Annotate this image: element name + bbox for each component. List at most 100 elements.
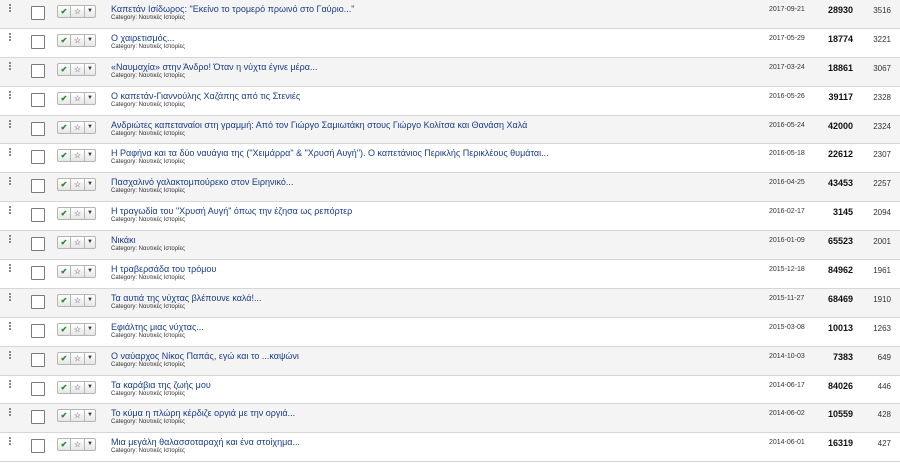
article-title-link[interactable]: Το κύμα η πλώρη κέρδιζε οργιά με την οργ… — [111, 408, 295, 418]
caret-down-icon[interactable]: ▼ — [85, 237, 95, 248]
star-icon[interactable]: ☆ — [71, 34, 85, 46]
row-checkbox[interactable] — [31, 237, 45, 252]
caret-down-icon[interactable]: ▼ — [85, 439, 95, 450]
row-checkbox[interactable] — [31, 266, 45, 281]
article-title-link[interactable]: Ο χαιρετισμός... — [111, 33, 174, 43]
star-icon[interactable]: ☆ — [71, 63, 85, 75]
article-hits: 10559 — [827, 409, 853, 420]
drag-handle-icon[interactable] — [8, 177, 12, 187]
article-title-link[interactable]: Ο καπετάν-Γιαννούλης Χαζάπης από τις Στε… — [111, 91, 300, 101]
star-icon[interactable]: ☆ — [71, 92, 85, 104]
check-icon[interactable]: ✔ — [58, 439, 71, 451]
row-checkbox[interactable] — [31, 352, 45, 367]
row-actions: ✔ ☆ ▼ — [57, 91, 96, 105]
check-icon[interactable]: ✔ — [58, 150, 71, 162]
check-icon[interactable]: ✔ — [58, 34, 71, 46]
star-icon[interactable]: ☆ — [71, 179, 85, 191]
caret-down-icon[interactable]: ▼ — [85, 179, 95, 190]
article-title-link[interactable]: Η τραγωδία του "Χρυσή Αυγή" όπως την έζη… — [111, 206, 352, 216]
caret-down-icon[interactable]: ▼ — [85, 208, 95, 219]
row-checkbox[interactable] — [31, 439, 45, 454]
star-icon[interactable]: ☆ — [71, 294, 85, 306]
article-title-link[interactable]: Εφιάλτης μιας νύχτας... — [111, 322, 204, 332]
check-icon[interactable]: ✔ — [58, 266, 71, 278]
drag-handle-icon[interactable] — [8, 235, 12, 245]
row-checkbox[interactable] — [31, 179, 45, 194]
article-title-link[interactable]: Τα καράβια της ζωής μου — [111, 380, 211, 390]
row-checkbox[interactable] — [31, 410, 45, 425]
caret-down-icon[interactable]: ▼ — [85, 6, 95, 17]
check-icon[interactable]: ✔ — [58, 63, 71, 75]
check-icon[interactable]: ✔ — [58, 323, 71, 335]
row-checkbox[interactable] — [31, 6, 45, 20]
caret-down-icon[interactable]: ▼ — [85, 35, 95, 46]
caret-down-icon[interactable]: ▼ — [85, 382, 95, 393]
row-checkbox[interactable] — [31, 34, 45, 49]
caret-down-icon[interactable]: ▼ — [85, 324, 95, 335]
check-icon[interactable]: ✔ — [58, 179, 71, 191]
drag-handle-icon[interactable] — [8, 350, 12, 361]
drag-handle-icon[interactable] — [8, 437, 12, 447]
star-icon[interactable]: ☆ — [71, 237, 85, 249]
article-title-link[interactable]: Πασχαλινό γαλακτομπούρεκο στον Ειρηνικό.… — [111, 177, 293, 187]
star-icon[interactable]: ☆ — [71, 266, 85, 278]
caret-down-icon[interactable]: ▼ — [85, 295, 95, 306]
article-title-link[interactable]: Η τραβερσάδα του τρόμου — [111, 264, 216, 274]
check-icon[interactable]: ✔ — [58, 121, 71, 133]
star-icon[interactable]: ☆ — [71, 150, 85, 162]
row-checkbox[interactable] — [31, 208, 45, 223]
article-title-link[interactable]: Ο ναύαρχος Νίκος Παπάς, εγώ και το ...κα… — [111, 351, 299, 361]
article-title-link[interactable]: Η Ραφήνα και τα δύο ναυάγια της ("Χειμάρ… — [111, 148, 549, 158]
caret-down-icon[interactable]: ▼ — [85, 353, 95, 364]
star-icon[interactable]: ☆ — [71, 208, 85, 220]
drag-handle-icon[interactable] — [8, 148, 12, 158]
drag-handle-icon[interactable] — [8, 4, 12, 14]
caret-down-icon[interactable]: ▼ — [85, 410, 95, 421]
star-icon[interactable]: ☆ — [71, 410, 85, 422]
article-title-link[interactable]: «Ναυμαχία» στην Άνδρο! Όταν η νύχτα έγιν… — [111, 62, 317, 72]
check-icon[interactable]: ✔ — [58, 237, 71, 249]
drag-handle-icon[interactable] — [8, 206, 12, 216]
check-icon[interactable]: ✔ — [58, 410, 71, 422]
row-checkbox[interactable] — [31, 121, 45, 136]
article-title-link[interactable]: Τα αυτιά της νύχτας βλέπουνε καλά!... — [111, 293, 261, 303]
drag-handle-icon[interactable] — [8, 292, 12, 303]
star-icon[interactable]: ☆ — [71, 352, 85, 364]
check-icon[interactable]: ✔ — [58, 6, 71, 17]
row-checkbox[interactable] — [31, 294, 45, 309]
caret-down-icon[interactable]: ▼ — [85, 266, 95, 277]
drag-handle-icon[interactable] — [8, 90, 12, 101]
star-icon[interactable]: ☆ — [71, 121, 85, 133]
article-title-link[interactable]: Ανδριώτες καπεταναίοι στη γραμμή: Από το… — [111, 120, 527, 130]
check-icon[interactable]: ✔ — [58, 208, 71, 220]
row-checkbox[interactable] — [31, 381, 45, 396]
row-checkbox[interactable] — [31, 63, 45, 78]
drag-handle-icon[interactable] — [8, 264, 12, 274]
drag-handle-icon[interactable] — [8, 408, 12, 418]
drag-handle-icon[interactable] — [8, 61, 12, 72]
caret-down-icon[interactable]: ▼ — [85, 150, 95, 161]
check-icon[interactable]: ✔ — [58, 92, 71, 104]
article-title-link[interactable]: Καπετάν Ισίδωρος: "Εκείνο το τρομερό πρω… — [111, 4, 354, 14]
drag-handle-icon[interactable] — [8, 32, 12, 43]
star-icon[interactable]: ☆ — [71, 439, 85, 451]
check-icon[interactable]: ✔ — [58, 352, 71, 364]
article-title-link[interactable]: Νικάκι — [111, 235, 136, 245]
caret-down-icon[interactable]: ▼ — [85, 93, 95, 104]
article-title-link[interactable]: Μια μεγάλη θαλασσοταραχή και ένα στοίχημ… — [111, 437, 300, 447]
check-icon[interactable]: ✔ — [58, 294, 71, 306]
star-icon[interactable]: ☆ — [71, 381, 85, 393]
table-row: ✔ ☆ ▼ Τα καράβια της ζωής μου Category: … — [0, 375, 900, 405]
caret-down-icon[interactable]: ▼ — [85, 64, 95, 75]
article-category: Category: Ναυτικές Ιστορίες — [111, 361, 186, 368]
drag-handle-icon[interactable] — [8, 379, 12, 390]
drag-handle-icon[interactable] — [8, 119, 12, 130]
row-checkbox[interactable] — [31, 150, 45, 165]
drag-handle-icon[interactable] — [8, 321, 12, 332]
check-icon[interactable]: ✔ — [58, 381, 71, 393]
row-checkbox[interactable] — [31, 92, 45, 107]
row-checkbox[interactable] — [31, 323, 45, 338]
caret-down-icon[interactable]: ▼ — [85, 122, 95, 133]
star-icon[interactable]: ☆ — [71, 6, 85, 17]
star-icon[interactable]: ☆ — [71, 323, 85, 335]
